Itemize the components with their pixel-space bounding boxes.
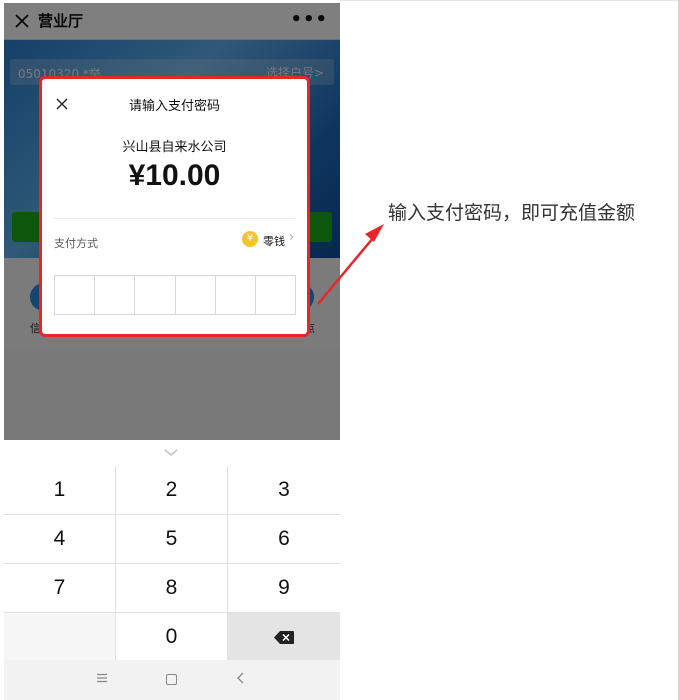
payment-method-value[interactable]: 零钱 <box>263 233 285 249</box>
password-cell <box>216 276 256 314</box>
key-8[interactable]: 8 <box>116 564 227 612</box>
password-cell <box>256 276 295 314</box>
frame-border-top <box>340 0 679 1</box>
password-input[interactable] <box>54 275 296 315</box>
key-blank <box>4 613 115 661</box>
payment-method-label: 支付方式 <box>54 237 98 250</box>
key-1[interactable]: 1 <box>4 466 115 514</box>
dialog-title: 请输入支付密码 <box>128 99 220 114</box>
backspace-key[interactable] <box>228 613 340 661</box>
payment-password-dialog: 请输入支付密码 兴山县自来水公司 ¥10.00 支付方式 ¥ 零钱 › <box>39 76 310 337</box>
divider <box>54 218 295 219</box>
backspace-icon <box>274 630 294 644</box>
key-5[interactable]: 5 <box>116 515 227 563</box>
key-0[interactable]: 0 <box>116 613 227 661</box>
home-icon[interactable] <box>166 674 177 685</box>
key-9[interactable]: 9 <box>228 564 340 612</box>
key-3[interactable]: 3 <box>228 466 340 514</box>
password-cell <box>176 276 216 314</box>
numeric-keypad: 1 2 3 4 5 6 7 8 9 0 <box>4 466 340 661</box>
password-cell <box>55 276 96 314</box>
password-cell <box>95 276 136 314</box>
phone-screen: 营业厅 ••• 05010320 *举 选择户号> 信 点 请输入支付密码 兴山… <box>4 3 340 700</box>
payee-name: 兴山县自来水公司 <box>122 140 227 155</box>
key-7[interactable]: 7 <box>4 564 115 612</box>
chevron-down-icon[interactable] <box>164 449 178 457</box>
keypad-collapse-bar[interactable] <box>4 440 340 466</box>
coin-icon: ¥ <box>242 231 258 247</box>
password-cell <box>135 276 176 314</box>
menu-icon[interactable] <box>96 673 108 683</box>
chevron-right-icon[interactable]: › <box>289 230 294 245</box>
key-4[interactable]: 4 <box>4 515 115 563</box>
system-nav-bar <box>4 660 340 700</box>
payment-amount: ¥10.00 <box>128 159 221 192</box>
annotation-text: 输入支付密码，即可充值金额 <box>388 202 636 224</box>
key-2[interactable]: 2 <box>116 466 227 514</box>
back-icon[interactable] <box>236 672 244 684</box>
key-6[interactable]: 6 <box>228 515 340 563</box>
